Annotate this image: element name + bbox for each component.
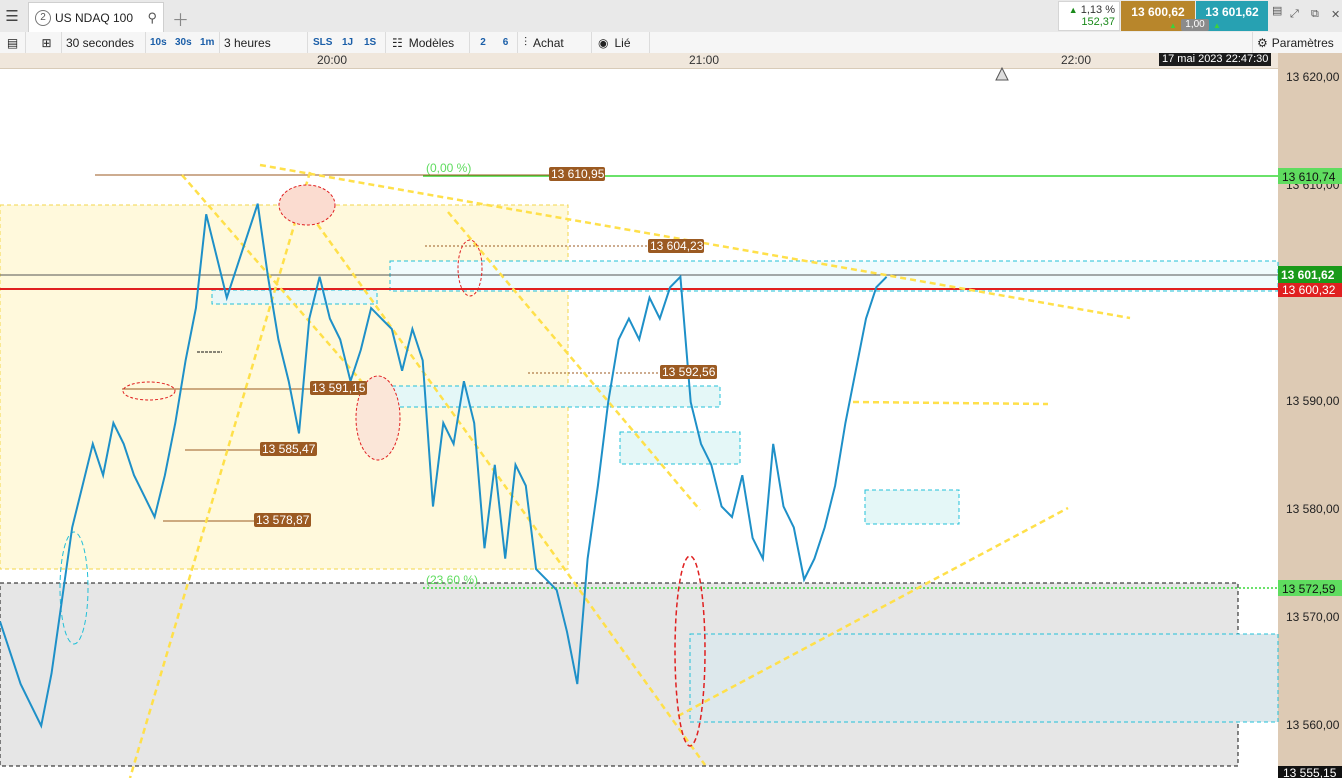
price-tick-580: 13 580,00	[1286, 502, 1340, 516]
zone-blue-right[interactable]	[864, 489, 960, 525]
marker-ellipse-top[interactable]	[278, 184, 336, 226]
fib-0-label: (0,00 %)	[426, 161, 471, 175]
fib-236-label: (23,60 %)	[426, 573, 478, 587]
cursor-date-label: 17 mai 2023 22:47:30	[1159, 53, 1272, 66]
marker-bottom: 13 555,15	[1283, 766, 1337, 778]
price-tick-570: 13 570,00	[1286, 610, 1340, 624]
zone-blue-bottom[interactable]	[689, 633, 1279, 723]
price-tick-620: 13 620,00	[1286, 70, 1340, 84]
marker-green-low: 13 572,59	[1282, 582, 1336, 596]
marker-red: 13 600,32	[1282, 283, 1336, 297]
level-label-604: 13 604,23	[650, 239, 704, 253]
price-tick-590: 13 590,00	[1286, 394, 1340, 408]
level-label-578: 13 578,87	[256, 513, 310, 527]
trading-app: ☰ 2 US NDAQ 100 ⚲ ＋ ▲ 1,13 % 152,37 13 6…	[0, 0, 1342, 778]
level-label-585: 13 585,47	[262, 442, 316, 456]
level-label-591: 13 591,15	[312, 381, 366, 395]
level-label-592: 13 592,56	[662, 365, 716, 379]
price-chart[interactable]: 13 610,95 13 604,23 13 592,56 13 591,15 …	[0, 0, 1342, 778]
marker-green-top: 13 610,74	[1282, 170, 1336, 184]
price-tick-560: 13 560,00	[1286, 718, 1340, 732]
home-marker-icon[interactable]	[995, 66, 1009, 81]
marker-last: 13 601,62	[1281, 268, 1335, 282]
zone-blue-left[interactable]	[211, 289, 378, 305]
level-label-610: 13 610,95	[551, 167, 605, 181]
